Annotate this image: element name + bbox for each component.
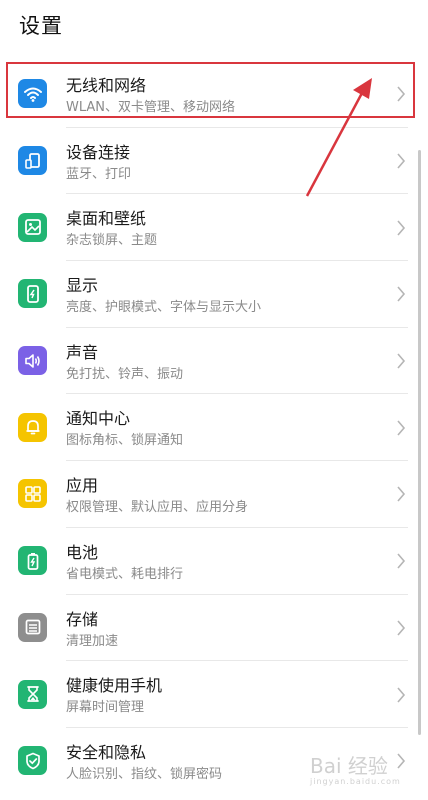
display-icon: [18, 279, 47, 309]
item-subtitle: 亮度、护眼模式、字体与显示大小: [66, 300, 262, 316]
chevron-right-icon: [397, 420, 406, 436]
item-subtitle: 杂志锁屏、主题: [66, 233, 158, 249]
chevron-right-icon: [397, 153, 406, 169]
watermark-logo-text: Bai 经验: [310, 754, 388, 778]
settings-item-sound[interactable]: 声音 免打扰、铃声、振动: [0, 328, 428, 395]
item-subtitle: 蓝牙、打印: [66, 166, 132, 182]
settings-item-battery[interactable]: 电池 省电模式、耗电排行: [0, 528, 428, 595]
item-title: 应用: [66, 476, 99, 496]
item-subtitle: 人脸识别、指纹、锁屏密码: [66, 766, 223, 782]
settings-item-storage[interactable]: 存储 清理加速: [0, 595, 428, 662]
settings-item-notification-center[interactable]: 通知中心 图标角标、锁屏通知: [0, 394, 428, 462]
chevron-right-icon: [397, 220, 406, 236]
device-connection-icon: [18, 146, 47, 176]
settings-list: 无线和网络 WLAN、双卡管理、移动网络 设备连接 蓝牙、打印 桌面和壁纸 杂志…: [0, 61, 428, 795]
chevron-right-icon: [397, 687, 406, 703]
settings-screen: 设置 无线和网络 WLAN、双卡管理、移动网络 设备连接 蓝牙、打印 桌面和壁纸…: [0, 0, 428, 800]
chevron-right-icon: [397, 353, 406, 369]
page-title: 设置: [19, 14, 63, 38]
settings-item-display[interactable]: 显示 亮度、护眼模式、字体与显示大小: [0, 261, 428, 328]
settings-item-device-connection[interactable]: 设备连接 蓝牙、打印: [0, 128, 428, 195]
item-title: 电池: [66, 542, 99, 562]
item-subtitle: 权限管理、默认应用、应用分身: [66, 500, 249, 516]
chevron-right-icon: [397, 486, 406, 502]
bell-icon: [18, 412, 47, 442]
wifi-icon: [18, 79, 47, 109]
watermark: Bai 经验 jingyan.baidu.com: [310, 750, 401, 786]
item-title: 存储: [66, 609, 99, 629]
item-title: 通知中心: [66, 409, 131, 429]
item-subtitle: 图标角标、锁屏通知: [66, 433, 184, 449]
storage-icon: [18, 612, 47, 642]
settings-item-wireless-network[interactable]: 无线和网络 WLAN、双卡管理、移动网络: [0, 61, 428, 128]
item-title: 无线和网络: [66, 76, 147, 95]
settings-item-digital-balance[interactable]: 健康使用手机 屏幕时间管理: [0, 661, 428, 728]
scrollbar[interactable]: [418, 150, 421, 735]
item-subtitle: 免打扰、铃声、振动: [66, 366, 184, 382]
item-title: 安全和隐私: [66, 742, 147, 762]
sound-icon: [18, 346, 47, 376]
item-title: 设备连接: [66, 142, 131, 162]
chevron-right-icon: [397, 286, 406, 302]
wallpaper-icon: [18, 212, 47, 242]
chevron-right-icon: [397, 620, 406, 636]
item-title: 健康使用手机: [66, 676, 163, 696]
hourglass-icon: [18, 679, 47, 709]
apps-icon: [18, 479, 47, 509]
settings-item-apps[interactable]: 应用 权限管理、默认应用、应用分身: [0, 461, 428, 528]
item-subtitle: WLAN、双卡管理、移动网络: [66, 100, 236, 115]
battery-icon: [18, 546, 47, 576]
item-title: 桌面和壁纸: [66, 209, 147, 229]
item-title: 声音: [66, 342, 99, 362]
item-subtitle: 清理加速: [66, 633, 119, 649]
item-title: 显示: [66, 276, 99, 296]
settings-item-home-wallpaper[interactable]: 桌面和壁纸 杂志锁屏、主题: [0, 194, 428, 262]
chevron-right-icon: [397, 86, 406, 102]
item-subtitle: 省电模式、耗电排行: [66, 566, 184, 582]
watermark-url: jingyan.baidu.com: [310, 777, 401, 786]
chevron-right-icon: [397, 553, 406, 569]
item-subtitle: 屏幕时间管理: [66, 700, 145, 716]
shield-icon: [18, 746, 47, 776]
